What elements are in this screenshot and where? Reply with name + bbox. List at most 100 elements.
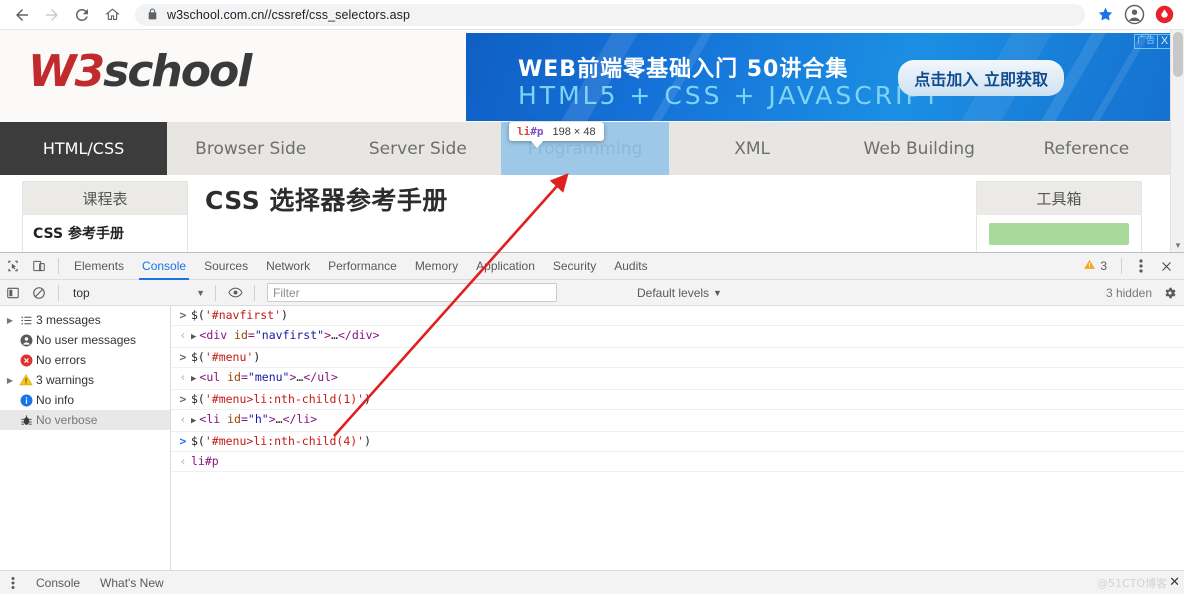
console-input-marker: > — [179, 392, 187, 406]
watermark: @51CTO博客 ✕ — [1097, 575, 1184, 591]
nav-item-xml[interactable]: XML — [669, 122, 836, 175]
toolbar-right-group: 3 — [1077, 253, 1184, 280]
toolbox-green-button[interactable] — [989, 223, 1129, 245]
tab-performance[interactable]: Performance — [319, 253, 406, 280]
drawer-tab-whats-new[interactable]: What's New — [90, 576, 174, 590]
toolbar-divider — [58, 258, 59, 274]
sidebar-label-info: No info — [36, 393, 75, 407]
tab-network[interactable]: Network — [257, 253, 319, 280]
console-input-text: $('#menu>li:nth-child(1)') — [191, 392, 372, 406]
execution-context-select[interactable]: top ▼ — [69, 283, 209, 302]
console-input-marker-active: > — [179, 434, 187, 448]
watermark-close-icon[interactable]: ✕ — [1169, 575, 1180, 590]
console-output-marker: ‹ — [179, 412, 187, 426]
console-output-text[interactable]: ▶ <li id="h">…</li> — [191, 411, 317, 430]
nav-item-html-css[interactable]: HTML/CSS — [0, 122, 168, 175]
sidebar-item-errors[interactable]: No errors — [0, 350, 170, 370]
ad-close-icon[interactable]: X — [1157, 35, 1171, 48]
sidebar-label-errors: No errors — [36, 353, 87, 367]
execution-context-value: top — [73, 285, 90, 300]
scrollbar-thumb[interactable] — [1173, 32, 1183, 77]
home-icon[interactable] — [97, 0, 127, 30]
sidebar-label-verbose: No verbose — [36, 413, 98, 427]
ad-cta-button[interactable]: 点击加入 立即获取 — [898, 60, 1064, 96]
profile-avatar-icon[interactable] — [1119, 0, 1149, 30]
site-header: W3school WEB前端零基础入门 50讲合集 HTML5 + CSS + … — [0, 30, 1174, 122]
settings-gear-icon[interactable] — [1160, 280, 1184, 306]
nav-item-server-side[interactable]: Server Side — [334, 122, 501, 175]
page-viewport: W3school WEB前端零基础入门 50讲合集 HTML5 + CSS + … — [0, 30, 1184, 252]
console-output-text[interactable]: ▶ <ul id="menu">…</ul> — [191, 369, 338, 388]
sidebar-item-info[interactable]: No info — [0, 390, 170, 410]
live-expression-icon[interactable] — [222, 279, 248, 306]
sidebar-item-user-messages[interactable]: No user messages — [0, 330, 170, 350]
sidebar-item-messages[interactable]: ▶ 3 messages — [0, 310, 170, 330]
tab-elements[interactable]: Elements — [65, 253, 133, 280]
nav-item-reference[interactable]: Reference — [1003, 122, 1170, 175]
console-input-text-active[interactable]: $('#menu>li:nth-child(4)') — [191, 433, 371, 450]
clear-console-icon[interactable] — [26, 279, 52, 306]
close-icon[interactable] — [1154, 253, 1178, 280]
tab-sources[interactable]: Sources — [195, 253, 257, 280]
reload-icon[interactable] — [67, 0, 97, 30]
warning-count-badge[interactable]: 3 — [1077, 258, 1113, 274]
banner-ad[interactable]: WEB前端零基础入门 50讲合集 HTML5 + CSS + JAVASCRIP… — [466, 33, 1174, 121]
bookmark-star-icon[interactable] — [1091, 0, 1119, 30]
drawer-tab-console[interactable]: Console — [26, 576, 90, 590]
filter-input[interactable]: Filter — [267, 283, 557, 302]
sidebar-item-verbose[interactable]: No verbose — [0, 410, 170, 430]
console-line: > $('#menu>li:nth-child(4)') — [171, 432, 1184, 452]
toolbar-divider-right — [1121, 258, 1122, 274]
console-line: > $('#menu>li:nth-child(1)') — [171, 390, 1184, 410]
sidebar-label-user-messages: No user messages — [36, 333, 137, 347]
warning-triangle-icon — [1083, 258, 1096, 274]
tab-console[interactable]: Console — [133, 253, 195, 280]
expand-triangle-icon[interactable]: ▶ — [4, 316, 16, 325]
console-input-marker: > — [179, 308, 187, 322]
toolbox-panel: 工具箱 — [976, 181, 1142, 252]
tab-audits[interactable]: Audits — [605, 253, 656, 280]
drawer-more-icon[interactable] — [0, 571, 26, 594]
console-input-marker: > — [179, 350, 187, 364]
console-line: ‹ ▶ <ul id="menu">…</ul> — [171, 368, 1184, 390]
tab-security[interactable]: Security — [544, 253, 605, 280]
chevron-down-icon: ▼ — [196, 287, 205, 298]
console-output[interactable]: > $('#navfirst') ‹ ▶ <div id="navfirst">…… — [171, 306, 1184, 570]
page-content: 课程表 CSS 参考手册 CSS 选择器参考手册 工具箱 — [0, 175, 1170, 252]
forward-arrow-icon[interactable] — [37, 0, 67, 30]
nav-item-browser-side[interactable]: Browser Side — [167, 122, 334, 175]
sidebar-item-css-reference[interactable]: CSS 参考手册 — [23, 215, 187, 243]
tab-application[interactable]: Application — [467, 253, 544, 280]
address-bar[interactable]: w3school.com.cn//cssref/css_selectors.as… — [135, 3, 1085, 26]
sidebar-label-warnings: 3 warnings — [36, 373, 95, 387]
watermark-text: @51CTO博客 — [1097, 576, 1168, 590]
scroll-down-icon[interactable]: ▼ — [1171, 238, 1184, 252]
filterbar-divider-2 — [215, 284, 216, 301]
main-column: CSS 选择器参考手册 — [205, 181, 765, 217]
console-line: > $('#navfirst') — [171, 306, 1184, 326]
nav-item-web-building[interactable]: Web Building — [836, 122, 1003, 175]
expand-triangle-icon-warnings[interactable]: ▶ — [4, 376, 16, 385]
sidebar-item-warnings[interactable]: ▶ 3 warnings — [0, 370, 170, 390]
console-filter-bar: top ▼ Filter Default levels ▼ 3 hidden — [0, 280, 1184, 306]
console-input-text: $('#navfirst') — [191, 308, 288, 322]
tab-memory[interactable]: Memory — [406, 253, 467, 280]
ad-label-group[interactable]: 广告 X — [1133, 34, 1172, 49]
w3school-logo[interactable]: W3school — [28, 50, 252, 94]
ad-label: 广告 — [1136, 36, 1155, 46]
back-arrow-icon[interactable] — [7, 0, 37, 30]
extension-icon[interactable] — [1149, 0, 1179, 30]
console-result-text[interactable]: li#p — [191, 453, 219, 470]
log-levels-value: Default levels — [637, 285, 710, 300]
inspect-element-icon[interactable] — [0, 253, 26, 280]
more-options-icon[interactable] — [1130, 253, 1152, 280]
console-output-text[interactable]: ▶ <div id="navfirst">…</div> — [191, 327, 380, 346]
device-toolbar-icon[interactable] — [26, 253, 52, 280]
inspector-tooltip-pointer — [531, 141, 543, 148]
page-title: CSS 选择器参考手册 — [205, 186, 448, 215]
page-scrollbar[interactable]: ▲ ▼ — [1170, 30, 1184, 252]
inspector-tooltip: li#p 198 × 48 — [509, 122, 604, 141]
log-levels-select[interactable]: Default levels ▼ — [637, 286, 722, 300]
console-sidebar-toggle-icon[interactable] — [0, 279, 26, 306]
inspector-tooltip-tag: li — [517, 125, 531, 138]
